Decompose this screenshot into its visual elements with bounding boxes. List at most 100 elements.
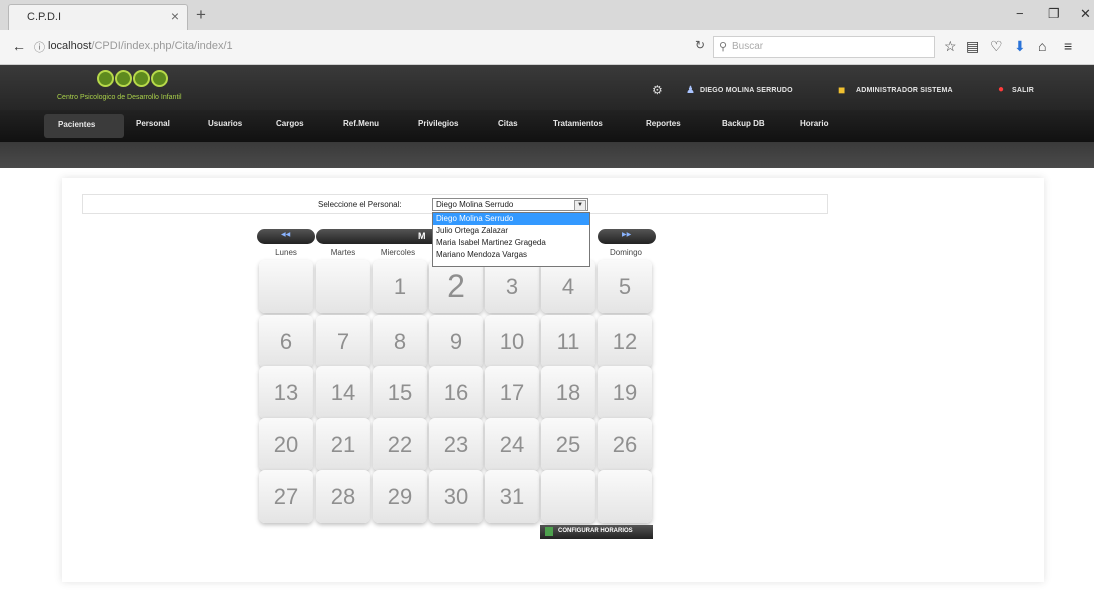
app-header: Centro Psicologico de Desarrollo Infanti… bbox=[0, 65, 1094, 110]
sub-menu-bar bbox=[0, 142, 1094, 168]
download-icon[interactable]: ⬇ bbox=[1014, 38, 1026, 55]
reading-list-icon[interactable]: ▤ bbox=[966, 38, 979, 55]
calendar-day[interactable]: 10 bbox=[485, 315, 539, 368]
minimize-icon[interactable]: − bbox=[1016, 6, 1024, 21]
bookmark-star-icon[interactable]: ☆ bbox=[944, 38, 957, 55]
calendar-day[interactable]: 22 bbox=[373, 418, 427, 471]
user-name[interactable]: DIEGO MOLINA SERRUDO bbox=[700, 87, 793, 94]
logout-icon: ● bbox=[998, 84, 1005, 95]
menu-item-personal[interactable]: Personal bbox=[136, 119, 170, 128]
chevron-down-icon[interactable]: ▼ bbox=[574, 200, 586, 211]
calendar-day[interactable]: 27 bbox=[259, 470, 313, 523]
back-icon[interactable]: ← bbox=[12, 38, 26, 54]
calendar-day[interactable]: 26 bbox=[598, 418, 652, 471]
calendar-day[interactable]: 30 bbox=[429, 470, 483, 523]
close-window-icon[interactable]: ✕ bbox=[1080, 6, 1091, 22]
next-month-button[interactable]: ▶▶ bbox=[598, 229, 656, 244]
user-role[interactable]: ADMINISTRADOR SISTEMA bbox=[856, 87, 953, 94]
main-menu: Pacientes Personal Usuarios Cargos Ref.M… bbox=[0, 110, 1094, 142]
role-icon: ■ bbox=[838, 83, 846, 97]
calendar-day[interactable]: 17 bbox=[485, 366, 539, 419]
menu-item-reportes[interactable]: Reportes bbox=[646, 119, 681, 128]
menu-item-citas[interactable]: Citas bbox=[498, 119, 518, 128]
personal-option[interactable]: Mariano Mendoza Vargas bbox=[433, 249, 589, 261]
calendar-day[interactable]: 5 bbox=[598, 260, 652, 313]
calendar-day[interactable]: 7 bbox=[316, 315, 370, 368]
calendar-day[interactable]: 29 bbox=[373, 470, 427, 523]
address-bar[interactable]: localhost/CPDI/index.php/Cita/index/1 bbox=[48, 40, 233, 52]
calendar-day[interactable]: 18 bbox=[541, 366, 595, 419]
calendar-day[interactable]: 12 bbox=[598, 315, 652, 368]
personal-select[interactable]: Diego Molina Serrudo ▼ bbox=[432, 198, 588, 211]
calendar-day-today[interactable]: 2 bbox=[429, 260, 483, 313]
calendar-day[interactable]: 3 bbox=[485, 260, 539, 313]
calendar-day[interactable]: 23 bbox=[429, 418, 483, 471]
calendar-day[interactable]: 16 bbox=[429, 366, 483, 419]
pocket-icon[interactable]: ♡ bbox=[990, 38, 1003, 55]
calendar-day-empty bbox=[598, 470, 652, 523]
logout-link[interactable]: SALIR bbox=[1012, 87, 1034, 94]
menu-item-ref-menu[interactable]: Ref.Menu bbox=[343, 119, 379, 128]
browser-navbar: ← ⓘ localhost/CPDI/index.php/Cita/index/… bbox=[0, 30, 1094, 65]
calendar-day[interactable]: 28 bbox=[316, 470, 370, 523]
new-tab-icon[interactable]: + bbox=[196, 5, 206, 25]
menu-item-backup-db[interactable]: Backup DB bbox=[722, 119, 765, 128]
calendar-day[interactable]: 20 bbox=[259, 418, 313, 471]
user-icon: ♟ bbox=[686, 85, 695, 96]
menu-label: Pacientes bbox=[58, 120, 96, 129]
calendar-day[interactable]: 21 bbox=[316, 418, 370, 471]
logo-text: Centro Psicologico de Desarrollo Infanti… bbox=[57, 94, 182, 101]
url-host: localhost bbox=[48, 40, 92, 52]
menu-item-pacientes[interactable]: Pacientes bbox=[44, 114, 124, 138]
calendar-day[interactable]: 15 bbox=[373, 366, 427, 419]
calendar-day[interactable]: 24 bbox=[485, 418, 539, 471]
dayname-miercoles: Miercoles bbox=[380, 248, 416, 257]
personal-option[interactable]: Maria Isabel Martinez Grageda bbox=[433, 237, 589, 249]
personal-option[interactable]: Julio Ortega Zalazar bbox=[433, 225, 589, 237]
search-icon: ⚲ bbox=[719, 41, 728, 53]
menu-item-cargos[interactable]: Cargos bbox=[276, 119, 304, 128]
menu-item-tratamientos[interactable]: Tratamientos bbox=[553, 119, 603, 128]
tab-close-icon[interactable]: × bbox=[171, 8, 179, 24]
calendar-day[interactable]: 25 bbox=[541, 418, 595, 471]
personal-select-label: Seleccione el Personal: bbox=[318, 200, 402, 209]
calendar-day[interactable]: 6 bbox=[259, 315, 313, 368]
configure-schedules-button[interactable]: CONFIGURAR HORARIOS bbox=[540, 525, 653, 539]
search-placeholder: Buscar bbox=[732, 41, 764, 52]
calendar-day[interactable]: 13 bbox=[259, 366, 313, 419]
maximize-icon[interactable]: ❐ bbox=[1048, 6, 1060, 22]
calendar-day[interactable]: 9 bbox=[429, 315, 483, 368]
dayname-martes: Martes bbox=[330, 248, 356, 257]
home-icon[interactable]: ⌂ bbox=[1038, 38, 1046, 54]
personal-dropdown-list: Diego Molina Serrudo Julio Ortega Zalaza… bbox=[432, 212, 590, 267]
site-info-icon[interactable]: ⓘ bbox=[34, 39, 45, 55]
url-path: /CPDI/index.php/Cita/index/1 bbox=[91, 40, 233, 52]
schedule-icon bbox=[545, 527, 553, 536]
menu-item-horario[interactable]: Horario bbox=[800, 119, 828, 128]
prev-arrow-icon: ◀◀ bbox=[281, 232, 291, 238]
calendar-day[interactable]: 11 bbox=[541, 315, 595, 368]
prev-month-button[interactable]: ◀◀ bbox=[257, 229, 315, 244]
calendar-day[interactable]: 31 bbox=[485, 470, 539, 523]
app-logo[interactable] bbox=[97, 70, 169, 92]
settings-gear-icon[interactable]: ⚙ bbox=[652, 83, 663, 97]
calendar-day-empty bbox=[541, 470, 595, 523]
calendar-day[interactable]: 4 bbox=[541, 260, 595, 313]
next-arrow-icon: ▶▶ bbox=[622, 232, 632, 238]
calendar-day[interactable]: 1 bbox=[373, 260, 427, 313]
calendar-day[interactable]: 14 bbox=[316, 366, 370, 419]
reload-icon[interactable]: ↻ bbox=[695, 38, 705, 52]
menu-icon[interactable]: ≡ bbox=[1064, 38, 1072, 54]
personal-option[interactable]: Diego Molina Serrudo bbox=[433, 213, 589, 225]
calendar-day[interactable]: 8 bbox=[373, 315, 427, 368]
calendar-day-empty bbox=[259, 260, 313, 313]
menu-item-usuarios[interactable]: Usuarios bbox=[208, 119, 242, 128]
browser-tabbar: C.P.D.I × + − ❐ ✕ bbox=[0, 0, 1094, 30]
calendar-day[interactable]: 19 bbox=[598, 366, 652, 419]
menu-item-privilegios[interactable]: Privilegios bbox=[418, 119, 458, 128]
configure-schedules-label: CONFIGURAR HORARIOS bbox=[558, 528, 633, 534]
browser-tab[interactable]: C.P.D.I × bbox=[8, 4, 188, 30]
calendar-day-empty bbox=[316, 260, 370, 313]
month-title: M bbox=[418, 231, 426, 241]
browser-search-input[interactable]: ⚲ Buscar bbox=[713, 36, 935, 58]
